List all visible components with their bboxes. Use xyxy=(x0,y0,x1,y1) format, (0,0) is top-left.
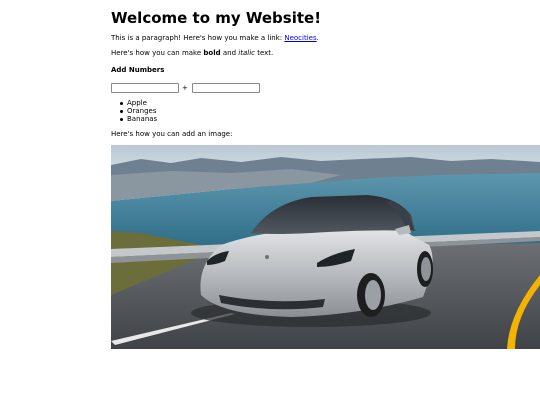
bold-text: bold xyxy=(203,49,221,57)
list-item: Oranges xyxy=(119,107,157,115)
paragraph-period: . xyxy=(316,34,319,42)
add-numbers-heading: Add Numbers xyxy=(111,66,165,74)
paragraph-link: This is a paragraph! Here's how you make… xyxy=(111,34,319,43)
list-item: Bananas xyxy=(119,115,157,123)
add-numbers-form: + xyxy=(111,83,260,93)
list-item: Apple xyxy=(119,99,157,107)
formatting-text-end: text. xyxy=(254,49,274,57)
italic-text: italic xyxy=(238,49,255,57)
number-input-2[interactable] xyxy=(191,83,260,93)
page-title: Welcome to my Website! xyxy=(111,9,322,27)
paragraph-text: This is a paragraph! Here's how you make… xyxy=(111,34,285,42)
fruit-list: Apple Oranges Bananas xyxy=(119,99,157,123)
formatting-text-middle: and xyxy=(220,49,239,57)
rim-front xyxy=(365,280,381,310)
neocities-link[interactable]: Neocities xyxy=(284,34,316,42)
image-caption: Here's how you can add an image: xyxy=(111,130,233,138)
number-input-1[interactable] xyxy=(111,83,179,93)
paragraph-formatting: Here's how you can make bold and italic … xyxy=(111,49,273,58)
plus-operator: + xyxy=(182,84,188,92)
car-photo xyxy=(111,145,540,349)
rim-rear xyxy=(421,257,431,281)
logo xyxy=(265,255,269,259)
formatting-text-start: Here's how you can make xyxy=(111,49,204,57)
